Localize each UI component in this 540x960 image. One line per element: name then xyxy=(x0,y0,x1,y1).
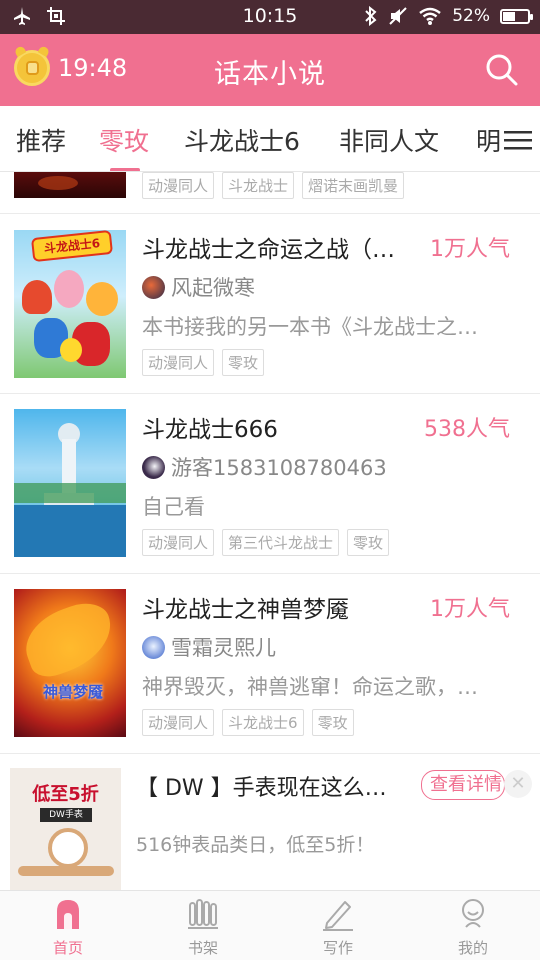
tag: 动漫同人 xyxy=(142,172,215,199)
author-name: 游客1583108780463 xyxy=(171,456,387,480)
tag: 动漫同人 xyxy=(142,529,215,556)
nav-write[interactable]: 写作 xyxy=(298,897,378,958)
profile-icon xyxy=(462,899,484,928)
close-icon[interactable]: ✕ xyxy=(504,770,532,798)
menu-icon[interactable] xyxy=(504,128,532,152)
book-cover: 斗龙战士6 xyxy=(14,230,126,378)
book-description: 本书接我的另一本书《斗龙战士之… xyxy=(142,315,478,339)
book-cover: 神兽梦魇 xyxy=(14,589,126,737)
nav-bookshelf[interactable]: 书架 xyxy=(163,897,243,958)
popularity-count: 538人气 xyxy=(424,417,510,442)
book-title: 斗龙战士666 xyxy=(142,417,278,443)
author-row: 雪霜灵熙儿 xyxy=(142,632,276,662)
battery-level xyxy=(503,11,515,21)
tag: 动漫同人 xyxy=(142,709,215,736)
nav-profile[interactable]: 我的 xyxy=(433,897,513,958)
author-row: 游客1583108780463 xyxy=(142,452,387,482)
cover-logo: 斗龙战士6 xyxy=(30,230,114,263)
book-tags: 动漫同人 第三代斗龙战士 零玫 xyxy=(142,529,390,556)
book-title: 斗龙战士之命运之战（… xyxy=(142,237,395,263)
popularity-count: 1万人气 xyxy=(430,237,510,262)
ad-banner-sub: DW手表 xyxy=(40,808,92,822)
book-cover xyxy=(14,172,126,198)
book-list: 动漫同人 斗龙战士 熠诺末画凯曼 斗龙战士6 斗龙战士之命运之战（… 1万人气 … xyxy=(0,172,540,890)
tab-ming[interactable]: 明 xyxy=(476,122,501,158)
bookshelf-icon xyxy=(188,899,218,929)
book-tags: 动漫同人 斗龙战士6 零玫 xyxy=(142,709,354,736)
battery-icon xyxy=(500,8,533,24)
ad-title: 【 DW 】手表现在这么… xyxy=(136,776,387,801)
status-bar: 10:15 52% xyxy=(0,0,540,34)
bluetooth-icon xyxy=(365,6,377,26)
popularity-count: 1万人气 xyxy=(430,597,510,622)
book-tags: 动漫同人 斗龙战士 熠诺末画凯曼 xyxy=(142,172,405,199)
book-cover xyxy=(14,409,126,557)
book-description: 神界毁灭，神兽逃窜！命运之歌，… xyxy=(142,675,478,699)
tab-recommend[interactable]: 推荐 xyxy=(16,122,66,158)
cover-caption: 神兽梦魇 xyxy=(42,683,103,701)
tag: 动漫同人 xyxy=(142,349,215,376)
list-item[interactable]: 斗龙战士6 斗龙战士之命运之战（… 1万人气 风起微寒 本书接我的另一本书《斗龙… xyxy=(0,214,540,394)
avatar xyxy=(142,635,165,659)
nav-home[interactable]: 首页 xyxy=(28,897,108,958)
battery-percent: 52% xyxy=(452,6,490,26)
tab-non-fanfic[interactable]: 非同人文 xyxy=(339,122,439,158)
write-icon xyxy=(323,901,353,931)
view-details-button[interactable]: 查看详情 xyxy=(421,770,505,800)
search-icon[interactable] xyxy=(484,52,520,88)
tag: 零玫 xyxy=(222,349,265,376)
nav-label: 书架 xyxy=(187,939,218,957)
ad-description: 516钟表品类日，低至5折！ xyxy=(136,834,375,856)
mute-icon xyxy=(389,7,407,25)
book-title: 斗龙战士之神兽梦魇 xyxy=(142,597,349,623)
tab-doulong-6[interactable]: 斗龙战士6 xyxy=(184,122,300,158)
tab-lingmei[interactable]: 零玫 xyxy=(99,122,149,158)
nav-label: 首页 xyxy=(52,939,83,957)
nav-label: 我的 xyxy=(457,939,488,957)
avatar xyxy=(142,275,165,299)
list-item[interactable]: 神兽梦魇 斗龙战士之神兽梦魇 1万人气 雪霜灵熙儿 神界毁灭，神兽逃窜！命运之歌… xyxy=(0,574,540,754)
home-icon xyxy=(57,900,79,929)
tag: 斗龙战士6 xyxy=(222,709,304,736)
ad-item[interactable]: 低至5折 DW手表 【 DW 】手表现在这么… 查看详情 ✕ 516钟表品类日，… xyxy=(0,754,540,890)
tag: 熠诺末画凯曼 xyxy=(302,172,405,199)
bottom-nav: 首页 书架 写作 我的 xyxy=(0,890,540,960)
avatar xyxy=(142,455,165,479)
ad-image: 低至5折 DW手表 xyxy=(10,768,121,890)
tag: 零玫 xyxy=(311,709,354,736)
list-item[interactable]: 动漫同人 斗龙战士 熠诺末画凯曼 xyxy=(0,172,540,214)
list-item[interactable]: 斗龙战士666 538人气 游客1583108780463 自己看 动漫同人 第… xyxy=(0,394,540,574)
app-title: 话本小说 xyxy=(214,59,326,90)
tag: 斗龙战士 xyxy=(222,172,295,199)
author-row: 风起微寒 xyxy=(142,272,255,302)
tag: 零玫 xyxy=(347,529,390,556)
tag: 第三代斗龙战士 xyxy=(222,529,340,556)
category-tabs: 推荐 零玫 斗龙战士6 非同人文 明 xyxy=(0,106,540,172)
book-description: 自己看 xyxy=(142,495,205,519)
ad-banner-text: 低至5折 xyxy=(32,784,99,805)
author-name: 雪霜灵熙儿 xyxy=(171,636,276,660)
nav-label: 写作 xyxy=(322,939,353,957)
book-tags: 动漫同人 零玫 xyxy=(142,349,265,376)
author-name: 风起微寒 xyxy=(171,276,255,300)
app-header: 19:48 话本小说 xyxy=(0,34,540,106)
wifi-icon xyxy=(419,7,441,25)
